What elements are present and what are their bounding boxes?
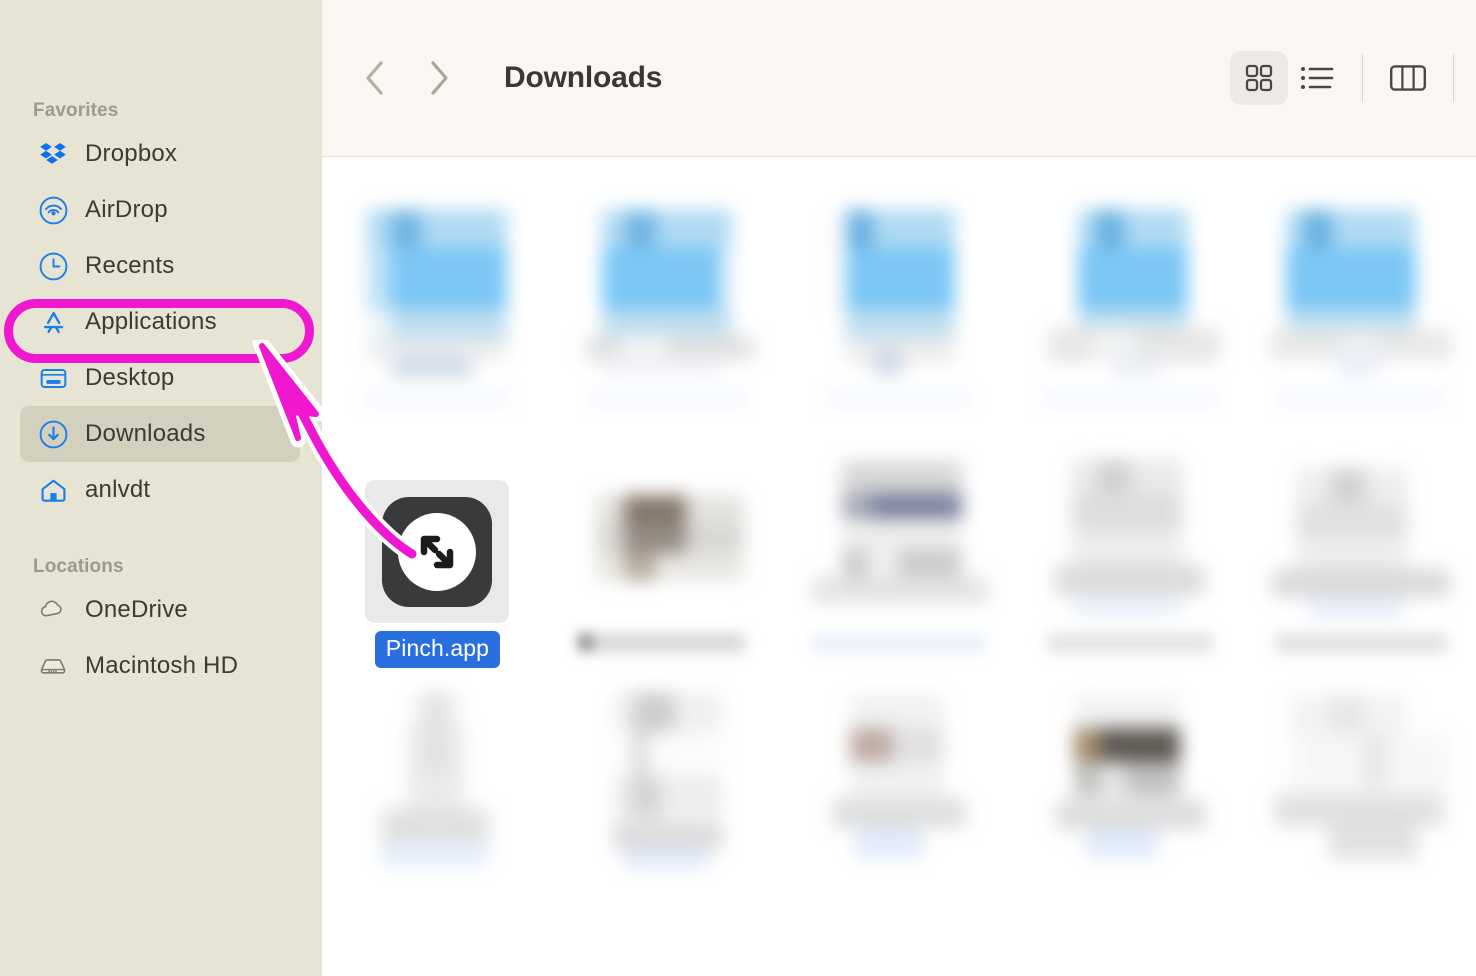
desktop-icon: [38, 363, 68, 393]
sidebar-item-home[interactable]: anlvdt: [20, 462, 300, 518]
file-label: [363, 388, 512, 413]
sidebar-item-label: Dropbox: [85, 140, 178, 167]
list-view-button[interactable]: [1288, 51, 1346, 105]
file-item[interactable]: [1245, 693, 1476, 938]
back-button[interactable]: [358, 56, 392, 100]
sidebar: Favorites Dropbox AirDrop Recents Applic…: [0, 0, 322, 976]
columns-icon: [1390, 65, 1426, 91]
file-thumbnail: [583, 692, 753, 868]
file-item[interactable]: [322, 203, 553, 448]
file-row: [322, 203, 1476, 448]
page-title: Downloads: [504, 61, 663, 94]
file-item[interactable]: [784, 693, 1015, 938]
file-label: [579, 633, 757, 662]
file-item[interactable]: [1014, 693, 1245, 938]
download-icon: [38, 419, 68, 449]
file-item[interactable]: [784, 448, 1015, 693]
file-label: [1275, 388, 1446, 413]
sidebar-item-desktop[interactable]: Desktop: [20, 350, 300, 406]
sidebar-item-label: OneDrive: [85, 596, 188, 623]
pinch-app-icon: [365, 480, 510, 623]
toolbar: Downloads: [322, 0, 1476, 157]
hard-drive-icon: [38, 651, 68, 681]
file-thumbnail: [365, 448, 510, 623]
file-thumbnail: [1030, 203, 1230, 378]
file-item[interactable]: [784, 203, 1015, 448]
file-thumbnail: [361, 203, 513, 378]
sidebar-item-recents[interactable]: Recents: [20, 238, 300, 294]
sidebar-item-label: Recents: [85, 252, 175, 279]
sidebar-item-label: Macintosh HD: [85, 652, 239, 679]
sidebar-item-macintosh-hd[interactable]: Macintosh HD: [20, 638, 300, 694]
sidebar-item-onedrive[interactable]: OneDrive: [20, 582, 300, 638]
file-label: [1046, 633, 1213, 658]
file-label: [1274, 633, 1447, 658]
toolbar-divider: [1362, 54, 1363, 102]
file-thumbnail: [823, 203, 975, 378]
home-icon: [38, 475, 68, 505]
file-thumbnail: [1045, 448, 1215, 623]
sidebar-section-favorites-title: Favorites: [33, 100, 119, 121]
finder-window: Favorites Dropbox AirDrop Recents Applic…: [0, 0, 1476, 976]
chevron-right-icon: [431, 61, 448, 95]
file-label: Pinch.app: [374, 631, 500, 668]
file-thumbnail: [814, 693, 984, 868]
clock-icon: [38, 251, 68, 281]
file-item[interactable]: [1245, 203, 1476, 448]
navigation-buttons: [358, 56, 456, 100]
sidebar-item-label: AirDrop: [85, 196, 168, 223]
chevron-left-icon: [366, 61, 383, 95]
file-item[interactable]: [553, 692, 784, 938]
view-controls: [1230, 51, 1454, 105]
dropbox-icon: [38, 139, 68, 169]
file-grid: Pinch.app: [322, 157, 1476, 975]
file-item[interactable]: [1245, 448, 1476, 693]
main-pane: Downloads Pinch.app: [322, 0, 1476, 976]
app-store-icon: [38, 307, 68, 337]
cloud-icon: [38, 595, 68, 625]
file-item[interactable]: [1014, 448, 1245, 693]
file-thumbnail: [1268, 693, 1454, 868]
sidebar-item-label: Applications: [85, 308, 217, 335]
file-row: Pinch.app: [322, 448, 1476, 693]
list-icon: [1301, 67, 1334, 89]
file-thumbnail: [578, 448, 758, 623]
file-thumbnail: [1268, 203, 1454, 378]
file-thumbnail: [804, 448, 994, 623]
grid-icon: [1245, 64, 1273, 92]
sidebar-item-airdrop[interactable]: AirDrop: [20, 182, 300, 238]
file-label: [588, 388, 749, 413]
file-label: [1040, 388, 1219, 413]
file-label: [824, 388, 973, 413]
toolbar-divider-end: [1453, 54, 1454, 102]
file-item-pinch-app[interactable]: Pinch.app: [322, 448, 553, 693]
airdrop-icon: [38, 195, 68, 225]
sidebar-item-label: anlvdt: [85, 476, 151, 503]
sidebar-section-locations-title: Locations: [33, 556, 124, 577]
file-row: [322, 692, 1476, 938]
sidebar-item-applications[interactable]: Applications: [20, 294, 300, 350]
sidebar-item-downloads[interactable]: Downloads: [20, 406, 300, 462]
sidebar-item-dropbox[interactable]: Dropbox: [20, 126, 300, 182]
icon-view-button[interactable]: [1230, 51, 1288, 105]
column-view-button[interactable]: [1379, 51, 1437, 105]
file-label: [810, 633, 987, 658]
forward-button[interactable]: [422, 56, 456, 100]
file-thumbnail: [580, 203, 756, 378]
sidebar-item-label: Downloads: [85, 420, 206, 447]
file-item[interactable]: [1014, 203, 1245, 448]
file-thumbnail: [1268, 448, 1454, 623]
file-thumbnail: [1042, 693, 1218, 868]
sidebar-item-label: Desktop: [85, 364, 175, 391]
file-thumbnail: [357, 692, 517, 868]
file-item[interactable]: [553, 203, 784, 448]
file-item[interactable]: [322, 692, 553, 938]
file-item[interactable]: [553, 448, 784, 693]
